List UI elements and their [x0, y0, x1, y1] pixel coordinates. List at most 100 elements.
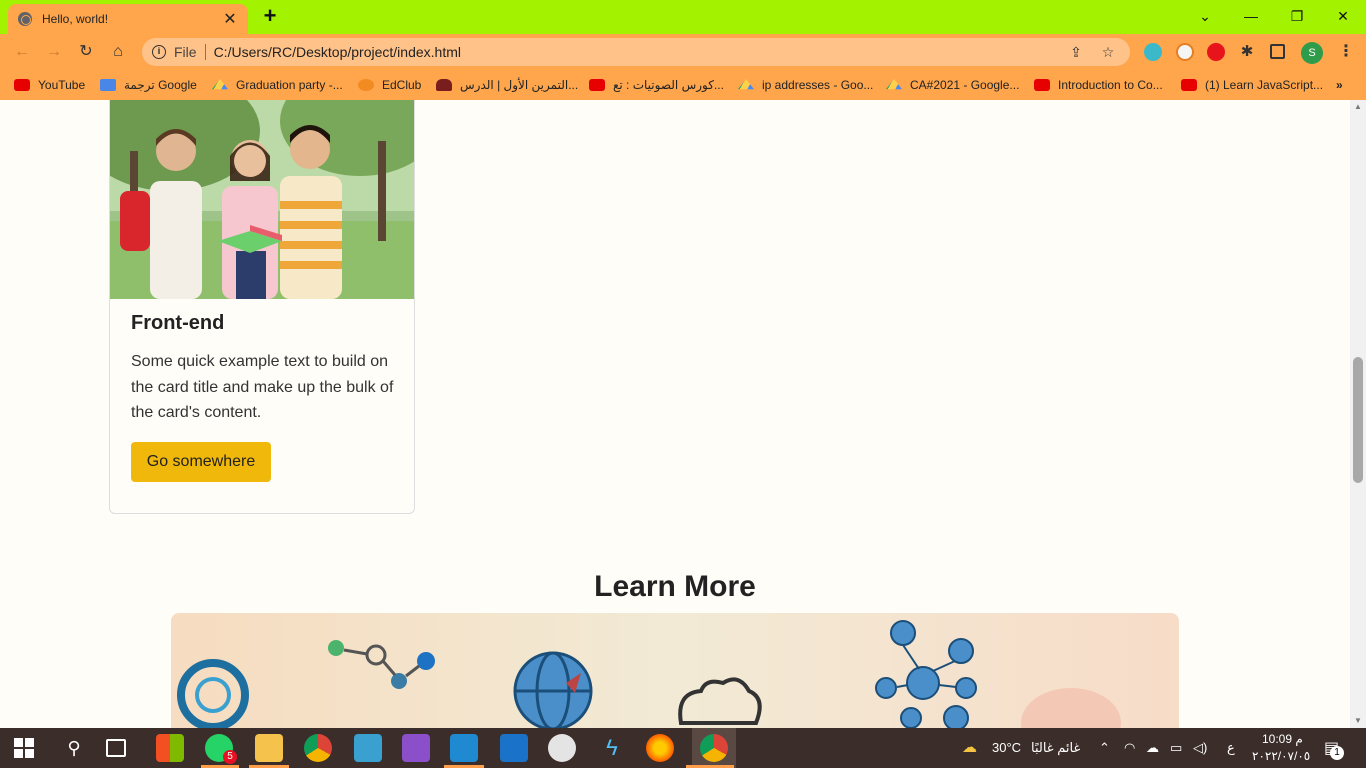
back-button[interactable]: ←	[10, 40, 34, 64]
windows-taskbar: ⚲ 5 ϟ ☁ 30°C غائم غالبًا ⌃ ◠ ☁ ▭ ◁) ع 10…	[0, 728, 1366, 768]
google-drive-icon	[212, 79, 228, 90]
card: Front-end Some quick example text to bui…	[109, 100, 415, 514]
side-panel-icon[interactable]	[1270, 44, 1285, 59]
bookmark-star-icon[interactable]: ☆	[1098, 44, 1118, 61]
bookmark-item[interactable]: كورس الصوتيات : تع...	[589, 77, 724, 93]
notifications-icon[interactable]: ▤ 1	[1324, 738, 1344, 760]
bookmark-item[interactable]: EdClub	[358, 77, 421, 93]
microsoft-store-icon[interactable]	[156, 734, 184, 762]
weather-text[interactable]: غائم غالبًا	[1031, 740, 1080, 756]
browser-tab[interactable]: Hello, world! ✕	[8, 4, 248, 34]
youtube-icon	[14, 79, 30, 91]
bookmark-label: كورس الصوتيات : تع...	[613, 78, 724, 92]
volume-icon[interactable]: ◁)	[1193, 740, 1207, 756]
clock-date[interactable]: ٢٠٢٢/٠٧/٠٥	[1252, 749, 1310, 763]
go-somewhere-button[interactable]: Go somewhere	[131, 442, 271, 482]
puzzle-extensions-icon[interactable]: ✱	[1238, 43, 1256, 61]
address-bar[interactable]: i File C:/Users/RC/Desktop/project/index…	[142, 38, 1130, 66]
youtube-icon	[589, 79, 605, 91]
bookmark-item[interactable]: Graduation party -...	[212, 77, 343, 93]
scroll-up-arrow-icon[interactable]: ▲	[1350, 100, 1366, 114]
menu-kebab-icon[interactable]: ⋮	[1334, 40, 1358, 64]
lightning-app-icon[interactable]: ϟ	[598, 734, 626, 762]
forward-button[interactable]: →	[42, 40, 66, 64]
youtube-icon	[1034, 79, 1050, 91]
youtube-icon	[1181, 79, 1197, 91]
chrome-profile-icon	[700, 734, 728, 762]
minimize-button[interactable]: —	[1228, 4, 1274, 28]
wifi-icon[interactable]: ◠	[1124, 740, 1135, 756]
bookmark-item[interactable]: CA#2021 - Google...	[886, 77, 1019, 93]
windows-start-icon[interactable]	[12, 736, 36, 760]
active-chrome-window[interactable]	[692, 728, 736, 768]
extension-icon-2[interactable]	[1176, 43, 1194, 61]
weather-icon[interactable]: ☁	[962, 738, 977, 756]
bookmark-label: EdClub	[382, 78, 422, 92]
scroll-thumb[interactable]	[1353, 357, 1363, 483]
bookmark-label: Graduation party -...	[236, 78, 343, 92]
close-window-button[interactable]: ✕	[1320, 4, 1366, 28]
bookmark-label: ip addresses - Goo...	[762, 78, 874, 92]
bookmark-item[interactable]: التمرين الأول | الدرس...	[436, 77, 578, 93]
restore-button[interactable]: ❐	[1274, 4, 1320, 28]
page-viewport: Front-end Some quick example text to bui…	[0, 100, 1350, 728]
bookmark-item[interactable]: (1) Learn JavaScript...	[1181, 77, 1323, 93]
clock-time[interactable]: 10:09 م	[1262, 732, 1303, 746]
battery-icon[interactable]: ▭	[1170, 740, 1182, 756]
chrome-icon[interactable]	[304, 734, 332, 762]
bookmark-item[interactable]: ip addresses - Goo...	[738, 77, 873, 93]
adblock-icon[interactable]	[1207, 43, 1225, 61]
tab-search-dropdown-icon[interactable]: ⌄	[1182, 4, 1228, 28]
bookmark-label: التمرين الأول | الدرس...	[460, 78, 579, 92]
weather-temp[interactable]: 30°C	[992, 740, 1021, 755]
section-heading: Learn More	[594, 570, 756, 603]
browser-toolbar: ← → ↻ ⌂ i File C:/Users/RC/Desktop/proje…	[0, 34, 1366, 70]
cloud-icon[interactable]: ☁	[1146, 740, 1159, 756]
vscode-icon[interactable]	[450, 734, 478, 762]
firefox-icon[interactable]	[646, 734, 674, 762]
card-title: Front-end	[131, 312, 225, 334]
new-tab-button[interactable]: +	[258, 4, 282, 28]
scroll-down-arrow-icon[interactable]: ▼	[1350, 714, 1366, 728]
profile-avatar[interactable]: S	[1301, 42, 1323, 64]
whatsapp-icon[interactable]: 5	[205, 734, 237, 764]
paint-icon[interactable]	[548, 734, 576, 762]
whatsapp-badge: 5	[223, 750, 237, 764]
share-icon[interactable]: ⇪	[1066, 44, 1086, 61]
bookmark-item[interactable]: YouTube	[14, 77, 85, 93]
edclub-icon	[358, 79, 374, 91]
notification-count: 1	[1330, 746, 1344, 760]
tab-close-icon[interactable]: ✕	[222, 9, 238, 29]
home-button[interactable]: ⌂	[106, 40, 130, 64]
scheme-label: File	[174, 44, 197, 60]
task-view-icon[interactable]	[106, 739, 126, 757]
visual-studio-icon[interactable]	[402, 734, 430, 762]
language-indicator[interactable]: ع	[1227, 740, 1235, 756]
bookmark-item[interactable]: Introduction to Co...	[1034, 77, 1163, 93]
card-image	[110, 100, 414, 299]
info-icon[interactable]: i	[152, 45, 166, 59]
tab-title: Hello, world!	[42, 12, 109, 26]
bookmark-label: ترجمة Google	[124, 78, 197, 92]
reload-button[interactable]: ↻	[74, 40, 98, 64]
hat-icon	[436, 79, 452, 91]
file-explorer-icon[interactable]	[255, 734, 283, 762]
page-scrollbar[interactable]: ▲ ▼	[1350, 100, 1366, 728]
chevron-up-icon[interactable]: ⌃	[1099, 740, 1110, 756]
google-translate-icon	[100, 79, 116, 91]
card-text: Some quick example text to build on the …	[131, 353, 394, 421]
bookmark-label: (1) Learn JavaScript...	[1205, 78, 1324, 92]
url-text[interactable]: C:/Users/RC/Desktop/project/index.html	[214, 44, 1066, 60]
app-icon[interactable]	[354, 734, 382, 762]
bookmark-item[interactable]: ترجمة Google	[100, 77, 197, 93]
search-icon[interactable]: ⚲	[60, 734, 88, 762]
title-bar: Hello, world! ✕ + ⌄ — ❐ ✕	[0, 0, 1366, 34]
divider	[204, 44, 206, 60]
bookmark-label: CA#2021 - Google...	[910, 78, 1020, 92]
bookmarks-bar: YouTube ترجمة Google Graduation party -.…	[0, 70, 1366, 100]
extension-icon-1[interactable]	[1144, 43, 1162, 61]
mail-icon[interactable]	[500, 734, 528, 762]
google-drive-icon	[738, 79, 754, 90]
bookmark-label: YouTube	[38, 78, 86, 92]
bookmarks-overflow-button[interactable]: »	[1336, 77, 1343, 93]
